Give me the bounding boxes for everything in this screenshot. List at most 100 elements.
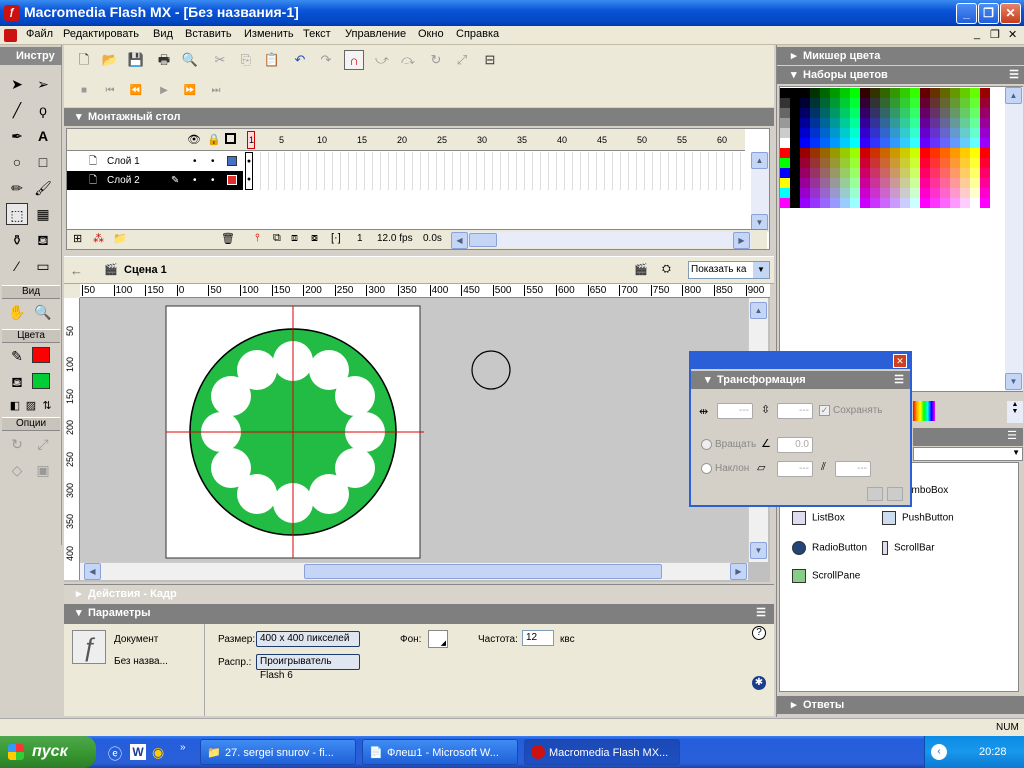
ink-bottle-tool-icon[interactable]: ⚱: [6, 229, 28, 251]
swatch-cell[interactable]: [970, 118, 980, 128]
publish-button[interactable]: Проигрыватель Flash 6: [256, 654, 360, 681]
scroll-left-icon[interactable]: ◀: [84, 563, 101, 580]
timeline-header[interactable]: ▾ Монтажный стол: [64, 108, 774, 126]
swatch-cell[interactable]: [890, 188, 900, 198]
swatch-cell[interactable]: [940, 168, 950, 178]
swatch-cell[interactable]: [840, 168, 850, 178]
new-file-icon[interactable]: 🗋: [74, 50, 94, 70]
swatch-cell[interactable]: [850, 118, 860, 128]
width-input[interactable]: ---: [717, 403, 753, 419]
swatch-cell[interactable]: [850, 138, 860, 148]
swatch-cell[interactable]: [850, 88, 860, 98]
swatch-cell[interactable]: [980, 148, 990, 158]
swatch-cell[interactable]: [910, 88, 920, 98]
arrow-tool-icon[interactable]: ➤: [6, 73, 28, 95]
swatch-cell[interactable]: [970, 168, 980, 178]
fps-input[interactable]: 12: [522, 630, 554, 646]
swatch-cell[interactable]: [850, 148, 860, 158]
swatch-cell[interactable]: [950, 148, 960, 158]
swatch-cell[interactable]: [810, 188, 820, 198]
menu-view[interactable]: Вид: [153, 28, 173, 40]
skew-radio[interactable]: [701, 463, 712, 474]
swatch-cell[interactable]: [880, 148, 890, 158]
swatch-cell[interactable]: [950, 198, 960, 208]
pencil-tool-icon[interactable]: ✏: [6, 177, 28, 199]
swatch-cell[interactable]: [970, 158, 980, 168]
swatch-cell[interactable]: [880, 88, 890, 98]
swatch-cell[interactable]: [980, 118, 990, 128]
task-word[interactable]: 📄 Флеш1 - Microsoft W...: [362, 739, 518, 765]
swatch-cell[interactable]: [790, 198, 800, 208]
frame-ruler[interactable]: 1 5 10 15 20 25 30 35 40 45 50 55 60: [245, 129, 745, 151]
swatch-cell[interactable]: [780, 198, 790, 208]
swatch-cell[interactable]: [970, 148, 980, 158]
scroll-left-icon[interactable]: ◀: [451, 232, 468, 249]
task-flash[interactable]: Macromedia Flash MX...: [524, 739, 680, 765]
swatch-cell[interactable]: [920, 88, 930, 98]
swatch-cell[interactable]: [800, 128, 810, 138]
swatch-cell[interactable]: [800, 178, 810, 188]
layer-row-2[interactable]: 🗋 Слой 2 ✎ • •: [67, 171, 243, 190]
swatch-cell[interactable]: [890, 98, 900, 108]
swatch-cell[interactable]: [820, 88, 830, 98]
radiobutton-component[interactable]: RadioButton: [792, 541, 867, 555]
swatch-cell[interactable]: [860, 178, 870, 188]
swatch-cell[interactable]: [840, 88, 850, 98]
swatch-cell[interactable]: [930, 198, 940, 208]
swatch-cell[interactable]: [980, 108, 990, 118]
stroke-color-swatch[interactable]: [32, 347, 50, 363]
eraser-tool-icon[interactable]: ▭: [32, 255, 54, 277]
swatch-cell[interactable]: [880, 118, 890, 128]
swatch-cell[interactable]: [790, 188, 800, 198]
open-file-icon[interactable]: 📂: [100, 50, 120, 70]
components-header[interactable]: ☰: [913, 428, 1023, 446]
swatch-cell[interactable]: [830, 148, 840, 158]
swatch-cell[interactable]: [880, 98, 890, 108]
swatch-cell[interactable]: [900, 88, 910, 98]
swatch-cell[interactable]: [880, 158, 890, 168]
swatch-cell[interactable]: [910, 178, 920, 188]
rotate-input[interactable]: 0.0: [777, 437, 813, 453]
swatch-cell[interactable]: [930, 178, 940, 188]
frame-grid[interactable]: ● ●: [245, 152, 745, 190]
menu-help[interactable]: Справка: [456, 28, 499, 40]
rotate-option-icon[interactable]: ↻: [6, 433, 28, 455]
snap-magnet-icon[interactable]: ∩: [344, 50, 364, 70]
swatch-cell[interactable]: [910, 128, 920, 138]
swatch-cell[interactable]: [830, 108, 840, 118]
panel-menu-icon[interactable]: ☰: [894, 371, 904, 389]
swatch-cell[interactable]: [870, 118, 880, 128]
skew-h-input[interactable]: ---: [777, 461, 813, 477]
swatch-cell[interactable]: [860, 118, 870, 128]
swatch-cell[interactable]: [970, 108, 980, 118]
menu-control[interactable]: Управление: [345, 28, 406, 40]
swatch-cell[interactable]: [830, 138, 840, 148]
size-button[interactable]: 400 x 400 пикселей: [256, 631, 360, 647]
swatch-cell[interactable]: [920, 138, 930, 148]
swatch-cell[interactable]: [940, 178, 950, 188]
swatch-cell[interactable]: [780, 128, 790, 138]
scroll-up-icon[interactable]: ▲: [1005, 87, 1022, 104]
swatch-cell[interactable]: [960, 178, 970, 188]
combobox-component[interactable]: omboBox: [906, 485, 948, 496]
swatch-cell[interactable]: [790, 158, 800, 168]
swatch-cell[interactable]: [850, 98, 860, 108]
menu-insert[interactable]: Вставить: [185, 28, 232, 40]
swatch-cell[interactable]: [800, 138, 810, 148]
swatch-cell[interactable]: [810, 158, 820, 168]
rotate-radio[interactable]: [701, 439, 712, 450]
doc-close-button[interactable]: ✕: [1008, 28, 1017, 41]
swatch-cell[interactable]: [810, 168, 820, 178]
bg-color-picker[interactable]: ◢: [428, 630, 448, 648]
media-quicklaunch-icon[interactable]: ◉: [152, 744, 164, 761]
oval-tool-icon[interactable]: ○: [6, 151, 28, 173]
color-mixer-header[interactable]: ▸ Микшер цвета: [777, 47, 1024, 65]
params-panel-header[interactable]: ▾ Параметры ☰: [64, 604, 774, 624]
swatch-cell[interactable]: [820, 148, 830, 158]
swatch-cell[interactable]: [840, 128, 850, 138]
swatch-cell[interactable]: [820, 198, 830, 208]
skew-v-input[interactable]: ---: [835, 461, 871, 477]
swatch-cell[interactable]: [850, 178, 860, 188]
outline-icon[interactable]: [225, 133, 236, 144]
swatch-cell[interactable]: [900, 118, 910, 128]
